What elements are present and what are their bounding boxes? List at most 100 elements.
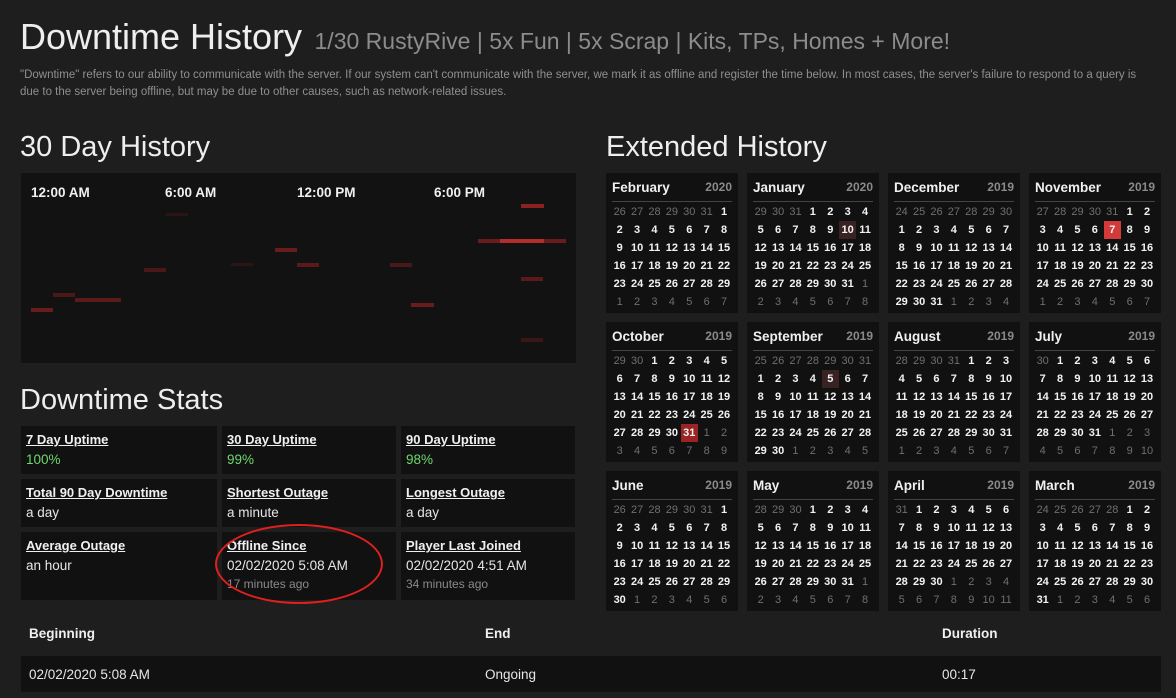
month-year: 2019 (1128, 329, 1155, 343)
stat-label[interactable]: 90 Day Uptime (406, 432, 570, 447)
calendar-day: 5 (720, 355, 728, 367)
calendar-day: 2 (757, 296, 764, 308)
calendar-day: 14 (700, 540, 713, 552)
calendar-day: 9 (668, 373, 675, 385)
stat-label[interactable]: 30 Day Uptime (227, 432, 391, 447)
calendar-day: 4 (651, 224, 658, 236)
calendar-day: 7 (792, 224, 799, 236)
calendar-day: 6 (703, 296, 710, 308)
downtime-bar (411, 303, 434, 307)
calendar-day: 31 (680, 424, 698, 442)
calendar-day: 1 (792, 445, 799, 457)
stat-shortest-outage: Shortest Outage a minute (222, 479, 396, 527)
calendar-day: 18 (1053, 260, 1067, 272)
calendar-day: 2 (616, 224, 623, 236)
calendar-day: 6 (1143, 594, 1151, 606)
calendar-day: 31 (858, 355, 872, 367)
calendar-day: 15 (806, 540, 819, 552)
calendar-day: 7 (1039, 373, 1046, 385)
calendar-day: 5 (968, 224, 975, 236)
calendar-day: 5 (686, 296, 693, 308)
calendar-day: 31 (700, 504, 713, 516)
month-name: September (753, 329, 823, 344)
calendar-day: 30 (912, 296, 926, 308)
calendar-day: 25 (700, 409, 713, 421)
calendar-day: 11 (1054, 540, 1066, 552)
calendar-day: 25 (1053, 504, 1067, 516)
calendar-day: 25 (895, 427, 908, 439)
calendar-day: 11 (948, 242, 960, 254)
calendar-day: 25 (912, 206, 926, 218)
calendar-day: 28 (789, 576, 802, 588)
calendar-day: 6 (933, 373, 940, 385)
calendar-day: 30 (930, 576, 943, 588)
calendar-day: 17 (841, 242, 854, 254)
calendar-day: 1 (616, 296, 623, 308)
calendar-day: 30 (683, 206, 696, 218)
calendar-day: 25 (648, 278, 661, 290)
calendar-day: 13 (683, 540, 696, 552)
calendar-day: 29 (1071, 206, 1084, 218)
calendar-day: 18 (1106, 391, 1119, 403)
calendar-day: 24 (947, 558, 960, 570)
calendar-day: 17 (1036, 558, 1049, 570)
stat-label[interactable]: Shortest Outage (227, 485, 391, 500)
stat-average-outage: Average Outage an hour (21, 532, 217, 600)
month-year: 2020 (846, 180, 873, 194)
calendar-day: 5 (757, 224, 764, 236)
calendar-day: 8 (916, 522, 923, 534)
calendar-day: 11 (859, 522, 871, 534)
calendar-day: 15 (1053, 391, 1067, 403)
calendar-day: 3 (1143, 427, 1151, 439)
calendar-day: 18 (648, 260, 661, 272)
calendar-day: 12 (717, 373, 731, 385)
calendar-day: 26 (665, 576, 678, 588)
calendar-day: 6 (827, 594, 834, 606)
stat-label[interactable]: Total 90 Day Downtime (26, 485, 212, 500)
stat-label[interactable]: Longest Outage (406, 485, 570, 500)
calendar-day: 5 (1074, 224, 1081, 236)
server-name: 1/30 RustyRive | 5x Fun | 5x Scrap | Kit… (314, 28, 951, 54)
calendar-day: 27 (841, 427, 854, 439)
calendar-day: 3 (985, 576, 992, 588)
day-history-timeline: 12:00 AM 6:00 AM 12:00 PM 6:00 PM (21, 173, 576, 363)
month-year: 2019 (705, 478, 732, 492)
calendar-day: 16 (930, 540, 943, 552)
calendar-day: 23 (1140, 260, 1154, 272)
calendar-day: 28 (965, 206, 978, 218)
calendar-day: 19 (717, 391, 731, 403)
calendar-day: 14 (895, 540, 908, 552)
calendar-day: 6 (1074, 445, 1081, 457)
calendar-day: 23 (1071, 409, 1084, 421)
calendar-day: 8 (809, 522, 816, 534)
calendar-day: 17 (789, 409, 802, 421)
calendar-day: 27 (613, 427, 626, 439)
calendar-day: 12 (982, 522, 995, 534)
calendar-day: 23 (1140, 558, 1154, 570)
calendar-day: 19 (912, 409, 926, 421)
calendar-divider (612, 201, 732, 202)
calendar-day: 13 (930, 391, 943, 403)
calendar-day: 22 (965, 409, 978, 421)
calendar-day: 3 (933, 445, 940, 457)
calendar-day: 4 (1002, 296, 1010, 308)
calendar-day: 7 (950, 373, 957, 385)
stat-label[interactable]: Player Last Joined (406, 538, 570, 553)
stat-label[interactable]: Offline Since (227, 538, 391, 553)
stat-label[interactable]: Average Outage (26, 538, 212, 553)
calendar-day: 28 (1053, 206, 1067, 218)
calendar-day: 2 (916, 224, 923, 236)
month-year: 2019 (846, 478, 873, 492)
calendar-day: 12 (754, 242, 767, 254)
month-name: July (1035, 329, 1063, 344)
calendar-divider (753, 350, 873, 351)
calendar-day: 27 (789, 355, 802, 367)
calendar-day: 4 (861, 206, 869, 218)
calendar-day: 13 (1088, 242, 1101, 254)
stat-label[interactable]: 7 Day Uptime (26, 432, 212, 447)
calendar-day: 29 (717, 576, 731, 588)
calendar-day: 6 (844, 373, 851, 385)
calendar-day: 2 (1074, 594, 1081, 606)
calendar-day: 6 (1091, 224, 1098, 236)
calendar-day: 4 (1057, 224, 1064, 236)
